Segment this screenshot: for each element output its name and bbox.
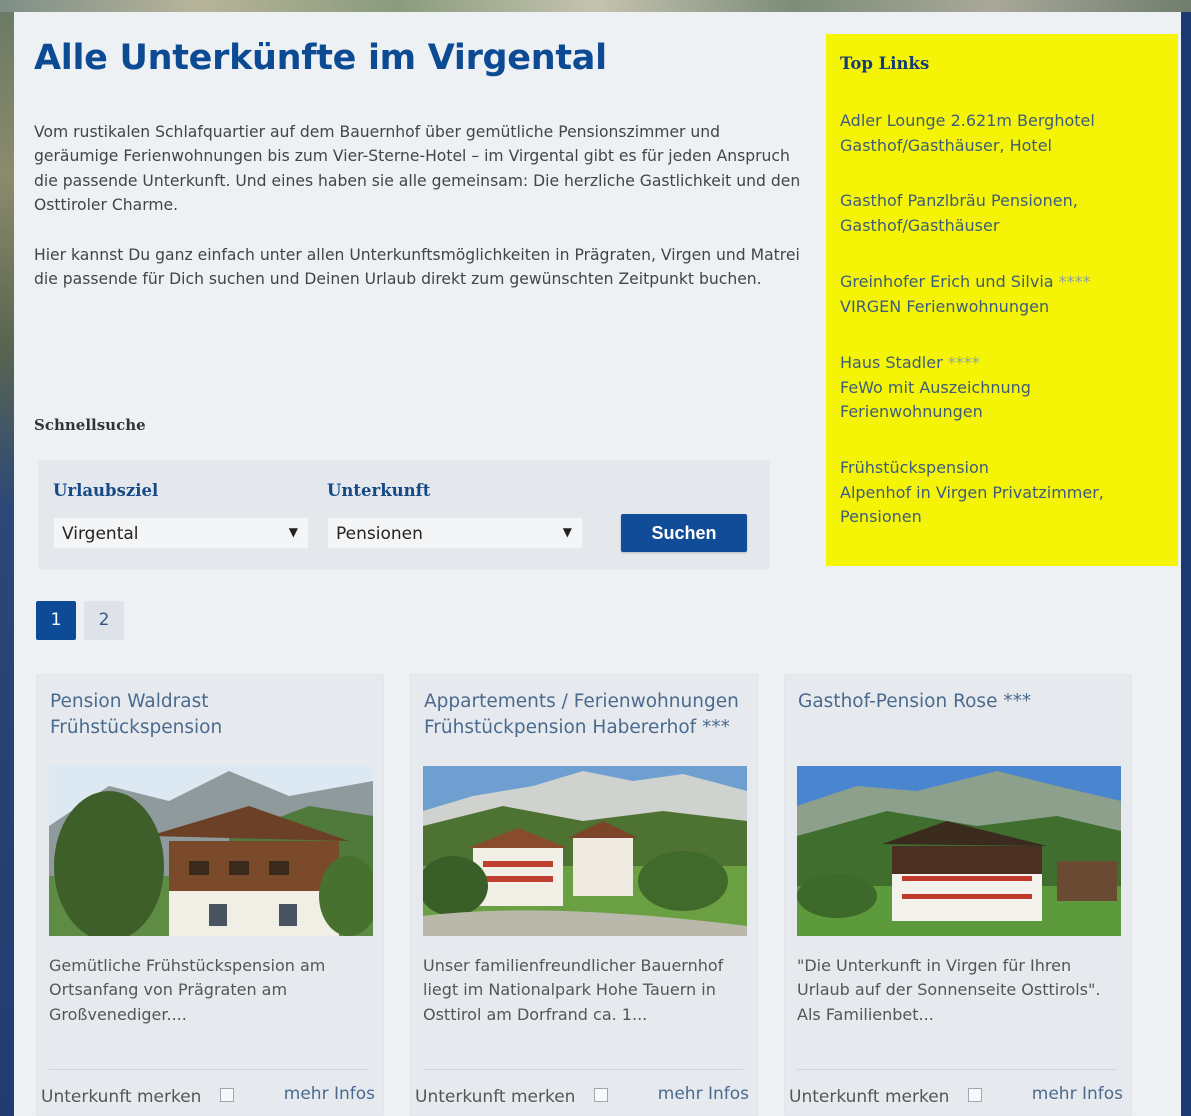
top-link-adler-lounge[interactable]: Adler Lounge 2.621m Berghotel Gasthof/Ga… — [840, 109, 1160, 158]
card-title-link[interactable]: Appartements / Ferienwohnungen Frühstück… — [424, 689, 754, 741]
stars-rating: **** — [1058, 272, 1091, 291]
top-link-gasthof-panzlbraeu[interactable]: Gasthof Panzlbräu Pensionen, Gasthof/Gas… — [840, 189, 1160, 238]
card-description: Unser familienfreundlicher Bauernhof lie… — [423, 956, 724, 1024]
more-info-link[interactable]: mehr Infos — [1032, 1084, 1123, 1104]
header-background-strip — [0, 0, 1191, 12]
link-line: Adler Lounge 2.621m Berghotel — [840, 111, 1095, 130]
destination-selected-value: Virgental — [62, 524, 139, 544]
intro-paragraph-2: Hier kannst Du ganz einfach unter allen … — [34, 246, 800, 289]
card-divider — [49, 1069, 369, 1070]
link-text: Greinhofer Erich und Silvia — [840, 272, 1054, 291]
link-line: VIRGEN Ferienwohnungen — [840, 296, 1050, 316]
sidebar-title: Top Links — [840, 54, 930, 73]
photo-gasthof-rose — [797, 766, 1121, 936]
link-line: Haus Stadler **** — [840, 351, 1160, 376]
card-title-link[interactable]: Pension Waldrast Frühstückspension — [50, 689, 380, 741]
remember-checkbox[interactable] — [594, 1088, 608, 1102]
page-1-button[interactable]: 1 — [36, 601, 76, 640]
top-link-greinhofer[interactable]: Greinhofer Erich und Silvia **** VIRGEN … — [840, 270, 1160, 319]
card-title-line: Gasthof-Pension Rose *** — [798, 691, 1032, 712]
quick-search-form: Urlaubsziel Virgental ▼ Unterkunft Pensi… — [38, 460, 770, 570]
destination-label: Urlaubsziel — [53, 481, 159, 500]
top-link-haus-stadler[interactable]: Haus Stadler **** FeWo mit Auszeichnung … — [840, 351, 1160, 425]
photo-pension-waldrast — [49, 766, 373, 936]
card-title-line: Appartements / Ferienwohnungen — [424, 691, 739, 712]
card-title-line: Pension Waldrast — [50, 691, 209, 712]
link-line: Gasthof Panzlbräu Pensionen, — [840, 191, 1078, 210]
top-links-sidebar: Top Links Adler Lounge 2.621m Berghotel … — [826, 34, 1178, 566]
more-info-link[interactable]: mehr Infos — [284, 1084, 375, 1104]
card-description: Gemütliche Frühstückspension am Ortsanfa… — [49, 956, 326, 1024]
search-button[interactable]: Suchen — [621, 514, 747, 552]
accommodation-card: Gasthof-Pension Rose *** "Die Unterkunft… — [784, 674, 1132, 1116]
chevron-down-icon: ▼ — [288, 525, 298, 539]
destination-select[interactable]: Virgental ▼ — [53, 517, 309, 549]
accommodation-card: Appartements / Ferienwohnungen Frühstück… — [410, 674, 758, 1116]
link-line: Alpenhof in Virgen Privatzimmer, — [840, 482, 1104, 502]
left-background-edge — [0, 12, 14, 1116]
accommodation-type-label: Unterkunft — [327, 481, 431, 500]
accommodation-photo[interactable] — [423, 766, 747, 936]
intro-paragraph-1: Vom rustikalen Schlafquartier auf dem Ba… — [34, 123, 801, 215]
card-divider — [797, 1069, 1117, 1070]
remember-checkbox[interactable] — [968, 1088, 982, 1102]
top-link-alpenhof[interactable]: Frühstückspension Alpenhof in Virgen Pri… — [840, 456, 1160, 530]
accommodation-photo[interactable] — [49, 766, 373, 936]
page-2-button[interactable]: 2 — [84, 601, 124, 640]
card-title-link[interactable]: Gasthof-Pension Rose *** — [798, 689, 1128, 715]
link-line: FeWo mit Auszeichnung — [840, 377, 1031, 397]
card-description: "Die Unterkunft in Virgen für Ihren Urla… — [797, 956, 1101, 1024]
link-line: Pensionen — [840, 507, 922, 526]
stars-rating: **** — [947, 353, 980, 372]
accommodation-type-select[interactable]: Pensionen ▼ — [327, 517, 583, 549]
accommodation-type-selected-value: Pensionen — [336, 524, 423, 544]
page-title: Alle Unterkünfte im Virgental — [34, 38, 607, 78]
content-page: Alle Unterkünfte im Virgental Vom rustik… — [14, 12, 1181, 1116]
photo-habererhof — [423, 766, 747, 936]
right-background-edge — [1181, 12, 1191, 1116]
link-text: Haus Stadler — [840, 353, 943, 372]
remember-label: Unterkunft merken — [415, 1087, 576, 1107]
remember-label: Unterkunft merken — [789, 1087, 950, 1107]
link-line: Greinhofer Erich und Silvia **** — [840, 270, 1160, 295]
quick-search-heading: Schnellsuche — [34, 416, 146, 434]
chevron-down-icon: ▼ — [562, 525, 572, 539]
accommodation-photo[interactable] — [797, 766, 1121, 936]
link-line: Gasthof/Gasthäuser, Hotel — [840, 135, 1052, 155]
more-info-link[interactable]: mehr Infos — [658, 1084, 749, 1104]
link-line: Ferienwohnungen — [840, 402, 983, 421]
link-line: Gasthof/Gasthäuser — [840, 215, 1000, 235]
link-line: Frühstückspension — [840, 458, 989, 477]
card-title-line: Frühstückspension — [50, 717, 223, 738]
card-divider — [423, 1069, 743, 1070]
remember-checkbox[interactable] — [220, 1088, 234, 1102]
accommodation-card: Pension Waldrast Frühstückspension Gemüt… — [36, 674, 384, 1116]
remember-label: Unterkunft merken — [41, 1087, 202, 1107]
card-title-line: Frühstückpension Habererhof *** — [424, 717, 730, 738]
